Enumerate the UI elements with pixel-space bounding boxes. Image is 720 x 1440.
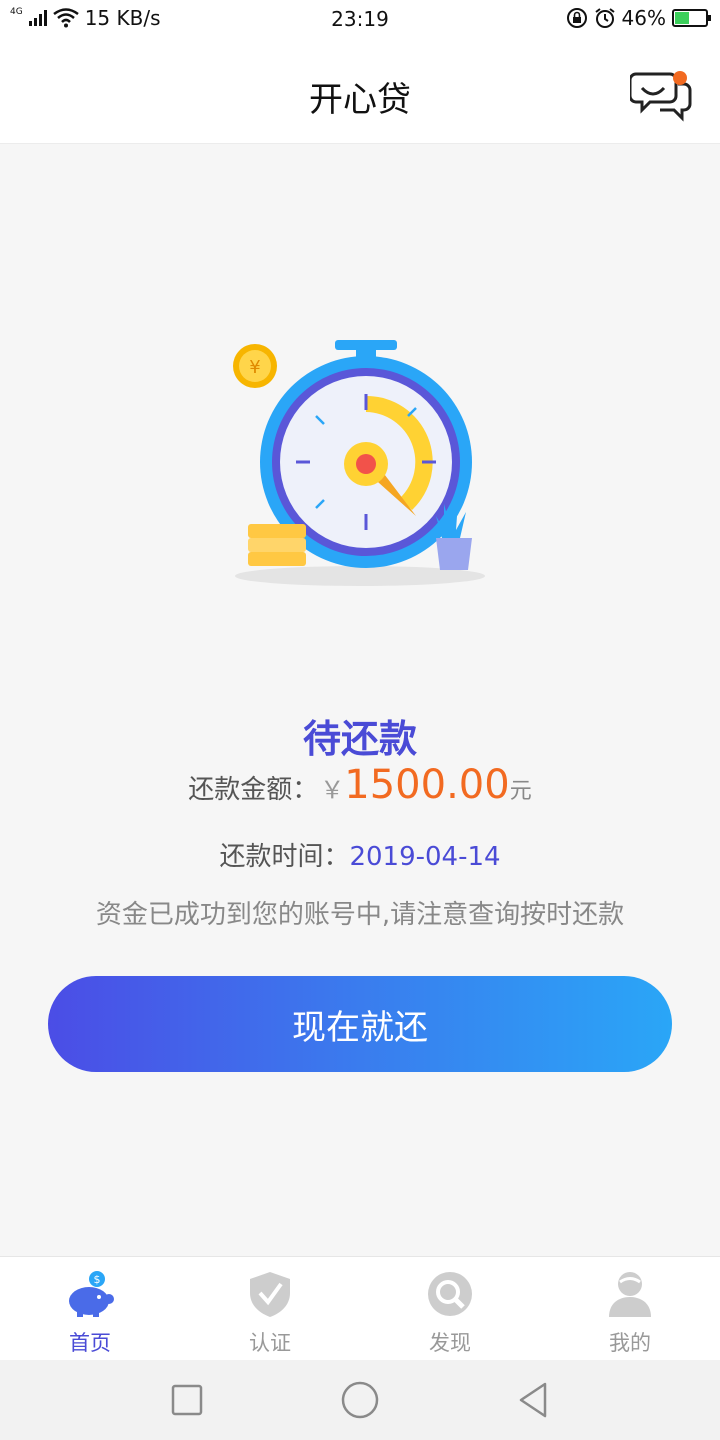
shield-check-icon — [250, 1272, 290, 1317]
battery-percent: 46% — [621, 6, 666, 30]
battery-icon — [672, 9, 711, 27]
home-icon[interactable] — [340, 1380, 380, 1420]
amount-unit: 元 — [509, 779, 532, 804]
piggy-bank-icon: $ — [69, 1271, 114, 1317]
system-nav-bar — [0, 1360, 720, 1440]
svg-text:¥: ¥ — [249, 357, 260, 378]
tab-verify[interactable]: 认证 — [180, 1257, 360, 1360]
rotation-lock-icon — [566, 8, 587, 28]
currency-symbol: ￥ — [320, 776, 345, 804]
page-title: 开心贷 — [309, 80, 411, 120]
tab-discover-label: 发现 — [429, 1331, 471, 1355]
amount-label: 还款金额： — [188, 775, 319, 805]
tab-discover[interactable]: 发现 — [360, 1257, 540, 1360]
bottom-tab-bar: $ 首页 认证 发现 我的 — [0, 1256, 720, 1360]
amount-row: 还款金额：￥1500.00元 — [0, 762, 720, 808]
date-label: 还款时间： — [219, 842, 350, 872]
tab-home[interactable]: $ 首页 — [0, 1257, 180, 1360]
repayment-date: 2019-04-14 — [349, 842, 501, 872]
stopwatch-illustration: ¥ — [233, 340, 485, 586]
date-row: 还款时间：2019-04-14 — [0, 836, 720, 873]
tab-mine[interactable]: 我的 — [540, 1257, 720, 1360]
svg-text:$: $ — [94, 1273, 101, 1286]
status-bar: 4G 15 KB/s 23:19 46% — [0, 0, 720, 40]
tab-home-label: 首页 — [69, 1331, 111, 1355]
chat-bubbles-icon[interactable] — [630, 70, 692, 122]
tab-mine-label: 我的 — [609, 1331, 651, 1355]
repayment-amount: 1500.00 — [344, 762, 510, 808]
notice-text: 资金已成功到您的账号中,请注意查询按时还款 — [95, 900, 625, 930]
discover-search-icon — [428, 1272, 472, 1316]
repay-now-button[interactable]: 现在就还 — [48, 976, 672, 1072]
tab-verify-label: 认证 — [249, 1331, 291, 1355]
alarm-icon — [594, 8, 615, 28]
back-icon[interactable] — [513, 1380, 553, 1420]
app-header: 开心贷 — [0, 40, 720, 144]
user-icon — [609, 1272, 651, 1317]
recent-apps-icon[interactable] — [167, 1380, 207, 1420]
repayment-status-title: 待还款 — [302, 717, 417, 761]
